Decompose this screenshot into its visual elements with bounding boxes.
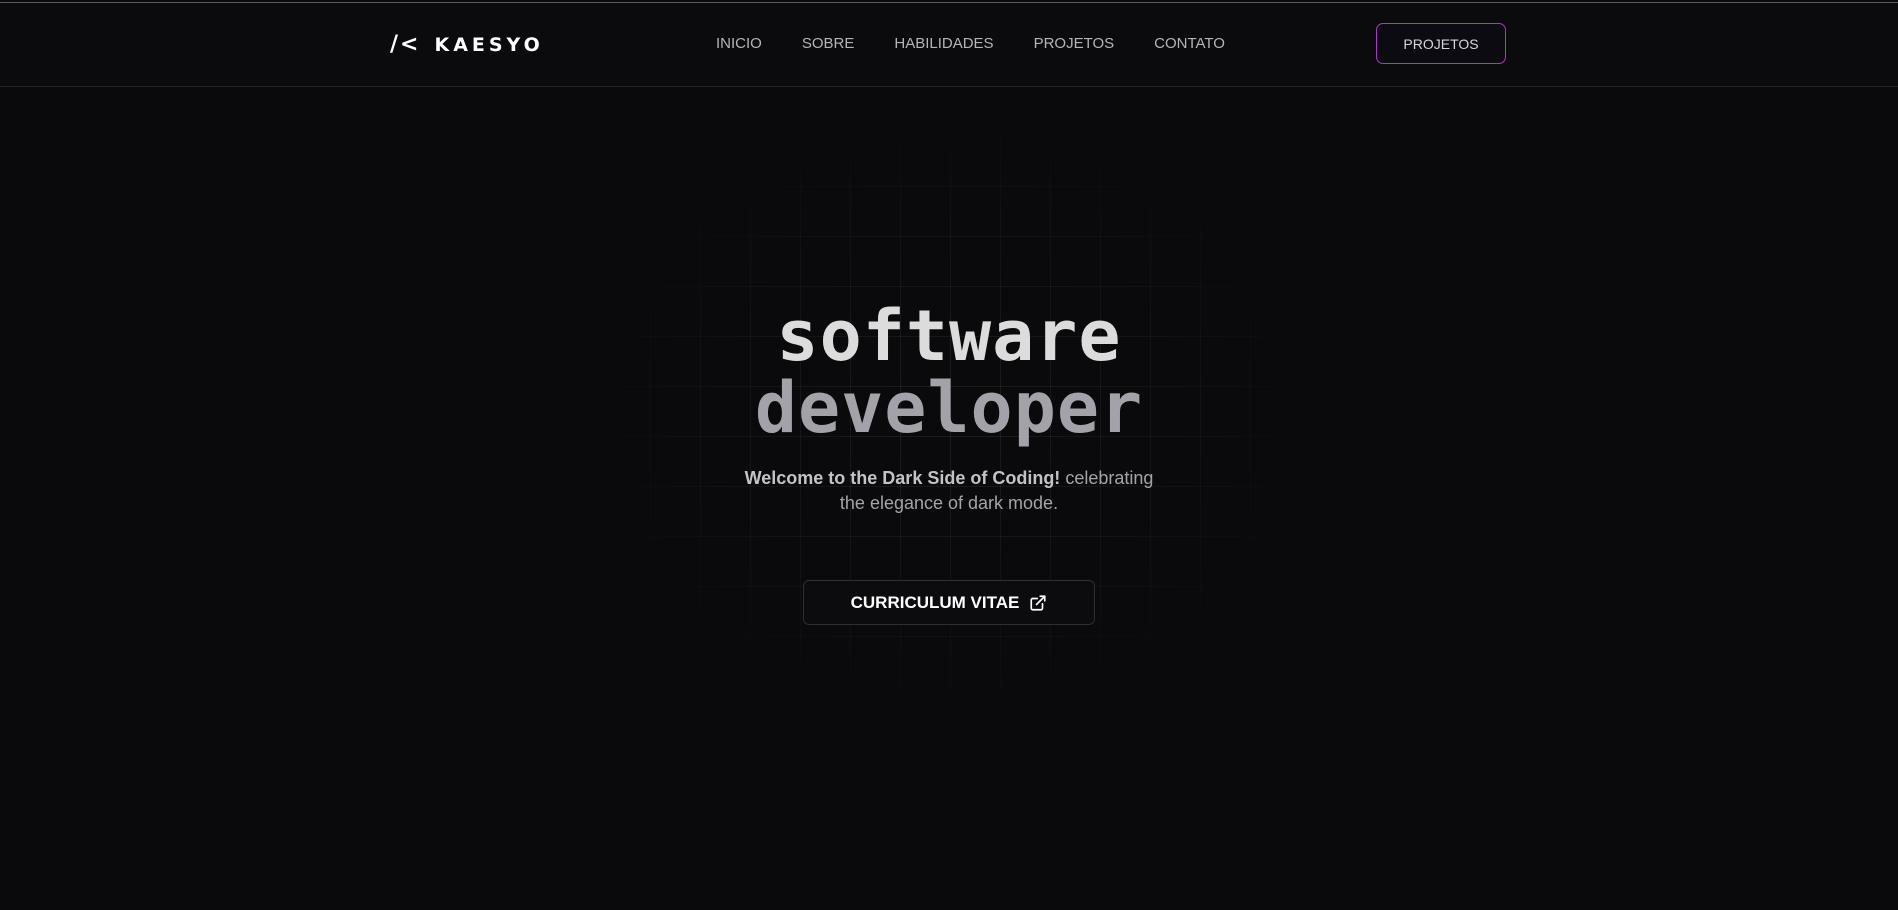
hero-section: software developer Welcome to the Dark S… — [0, 300, 1898, 516]
cv-button-label: CURRICULUM VITAE — [850, 592, 1020, 612]
hero-subtitle-bold: Welcome to the Dark Side of Coding! — [744, 468, 1061, 488]
curriculum-vitae-button[interactable]: CURRICULUM VITAE — [803, 580, 1095, 625]
logo[interactable]: /< KAESYO — [390, 31, 544, 59]
hero-title-line-2: developer — [754, 367, 1144, 449]
nav-link-projetos[interactable]: PROJETOS — [1034, 36, 1115, 51]
projetos-button[interactable]: PROJETOS — [1376, 23, 1506, 64]
main-nav: INICIO SOBRE HABILIDADES PROJETOS CONTAT… — [716, 36, 1225, 51]
hero-title: software developer — [0, 300, 1898, 444]
external-link-icon — [1029, 594, 1047, 612]
nav-link-contato[interactable]: CONTATO — [1154, 36, 1225, 51]
nav-link-sobre[interactable]: SOBRE — [802, 36, 855, 51]
logo-mark-icon: /< — [390, 32, 421, 57]
brand-name: KAESYO — [434, 34, 544, 56]
navbar: /< KAESYO INICIO SOBRE HABILIDADES PROJE… — [0, 3, 1898, 87]
nav-link-inicio[interactable]: INICIO — [716, 36, 762, 51]
nav-link-habilidades[interactable]: HABILIDADES — [894, 36, 993, 51]
hero-title-line-1: software — [776, 295, 1122, 377]
hero-subtitle: Welcome to the Dark Side of Coding! cele… — [734, 466, 1164, 516]
